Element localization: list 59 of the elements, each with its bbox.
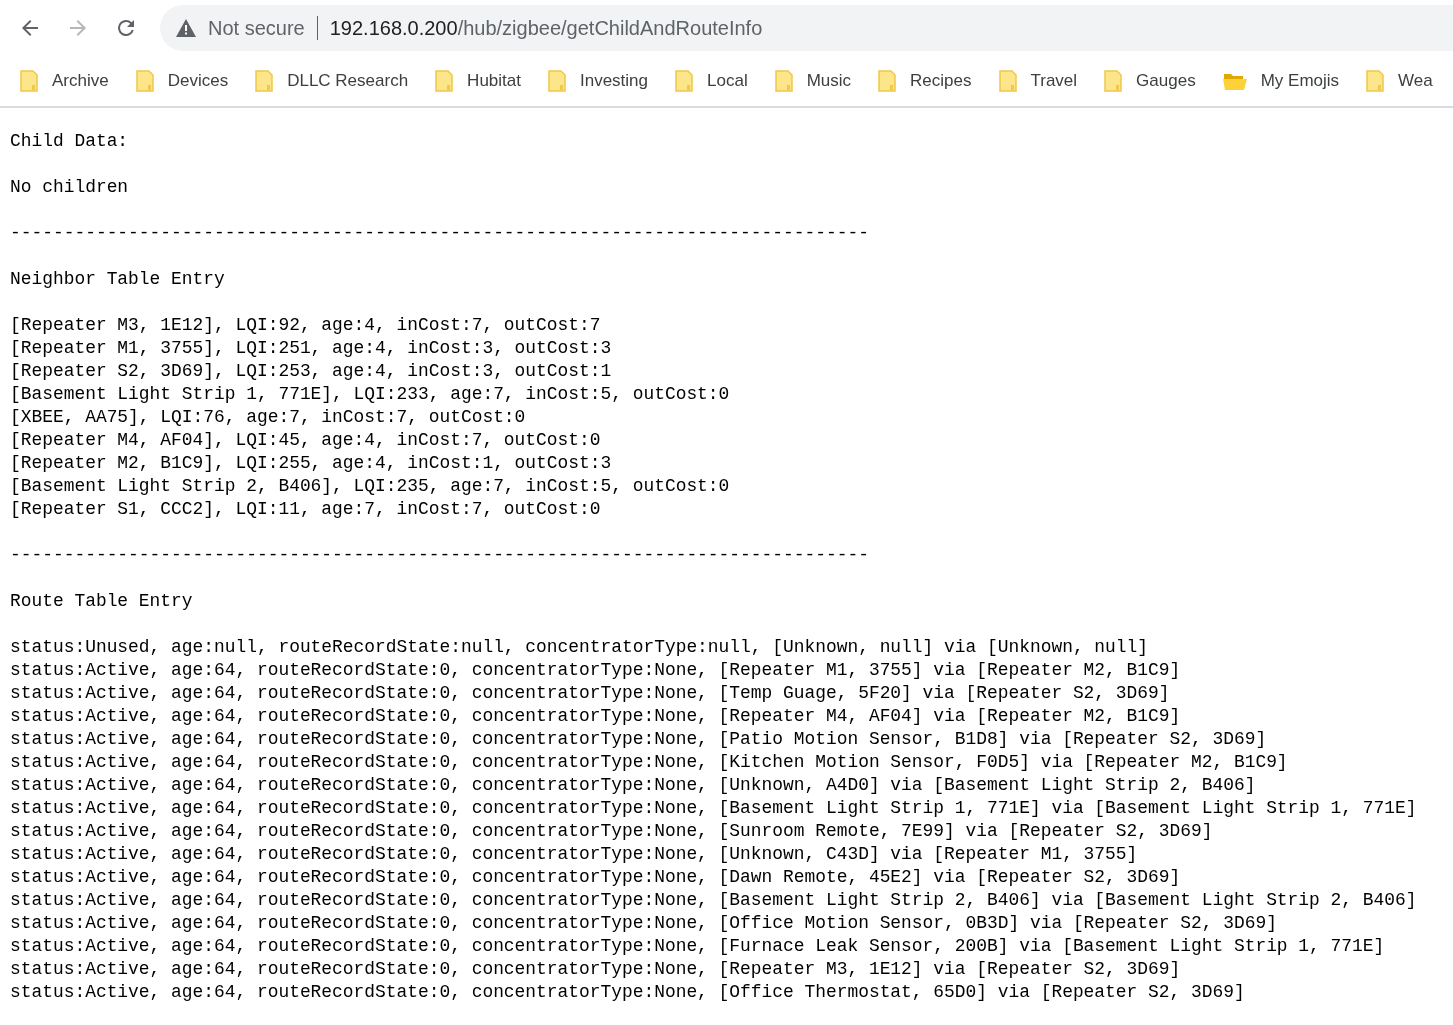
text-line: status:Active, age:64, routeRecordState:0, concentratorType:None, [Repeater M4, AF04] via [Repeater M2, B1C9] bbox=[10, 705, 1181, 728]
text-line: status:Active, age:64, routeRecordState:0, concentratorType:None, [Kitchen Motion Sensor, F0D5] via [Repeater M2, B1C9] bbox=[10, 751, 1288, 774]
text-line: -------------------------------------------------------------------------------- bbox=[10, 544, 869, 567]
bookmark-folder[interactable]: Gauges bbox=[1104, 66, 1196, 96]
folder-icon bbox=[435, 70, 454, 92]
text-line: status:Active, age:64, routeRecordState:0, concentratorType:None, [Office Thermostat, 65D0] via [Repeater S2, 3D69] bbox=[10, 981, 1245, 1004]
folder-icon bbox=[548, 70, 566, 92]
text-line: status:Active, age:64, routeRecordState:0, concentratorType:None, [Office Motion Sensor, 0B3D] via [Repeater S2, 3D69] bbox=[10, 912, 1277, 935]
text-line: [XBEE, AA75], LQI:76, age:7, inCost:7, outCost:0 bbox=[10, 406, 526, 429]
folder-icon bbox=[774, 70, 793, 92]
open-folder-icon bbox=[1222, 71, 1247, 91]
text-line: status:Active, age:64, routeRecordState:0, concentratorType:None, [Patio Motion Sensor, B1D8] via [Repeater S2, 3D69] bbox=[10, 728, 1267, 751]
text-line: status:Active, age:64, routeRecordState:0, concentratorType:None, [Basement Light Strip 2, B406] via [Basement Light Strip 2, B406] bbox=[10, 889, 1417, 912]
security-label: Not secure bbox=[208, 16, 305, 40]
text-line: [Repeater S2, 3D69], LQI:253, age:4, inCost:3, outCost:1 bbox=[10, 360, 612, 383]
text-line: [Repeater M4, AF04], LQI:45, age:4, inCost:7, outCost:0 bbox=[10, 429, 601, 452]
text-line: status:Active, age:64, routeRecordState:0, concentratorType:None, [Repeater M3, 1E12] via [Repeater S2, 3D69] bbox=[10, 958, 1181, 981]
folder-icon bbox=[998, 70, 1017, 92]
folder-icon bbox=[878, 70, 897, 92]
folder-icon bbox=[255, 70, 274, 92]
url-text: 192.168.0.200/hub/zigbee/getChildAndRouteInfo bbox=[329, 16, 763, 40]
text-line: Child Data: bbox=[10, 130, 129, 153]
text-line: status:Active, age:64, routeRecordState:0, concentratorType:None, [Sunroom Remote, 7E99] via [Repeater S2, 3D69] bbox=[10, 820, 1213, 843]
text-line: [Repeater M1, 3755], LQI:251, age:4, inCost:3, outCost:3 bbox=[10, 337, 612, 360]
bookmark-folder[interactable]: Travel bbox=[998, 66, 1078, 96]
text-line: [Repeater S1, CCC2], LQI:11, age:7, inCost:7, outCost:0 bbox=[10, 498, 601, 521]
bookmark-folder[interactable]: Archive bbox=[20, 66, 109, 96]
bookmark-folder[interactable]: DLLC Research bbox=[255, 66, 409, 96]
text-line: No children bbox=[10, 176, 129, 199]
bookmark-folder[interactable]: Local bbox=[675, 66, 748, 96]
bookmark-folder[interactable]: Wea bbox=[1366, 66, 1433, 96]
text-line: [Basement Light Strip 2, B406], LQI:235, age:7, inCost:5, outCost:0 bbox=[10, 475, 730, 498]
text-line: -------------------------------------------------------------------------------- bbox=[10, 222, 869, 245]
address-bar[interactable]: Not secure 192.168.0.200/hub/zigbee/getChildAndRouteInfo bbox=[160, 5, 1453, 51]
folder-icon bbox=[1104, 70, 1123, 92]
folder-icon bbox=[1366, 70, 1385, 92]
text-line: status:Active, age:64, routeRecordState:0, concentratorType:None, [Furnace Leak Sensor, 200B] via [Basement Light Strip 1, 771E] bbox=[10, 935, 1385, 958]
bookmark-folder[interactable]: Devices bbox=[135, 66, 229, 96]
bookmark-folder[interactable]: Recipes bbox=[878, 66, 972, 96]
text-line: status:Unused, age:null, routeRecordState:null, concentratorType:null, [Unknown, null] via [Unknown, null] bbox=[10, 636, 1149, 659]
text-line: Neighbor Table Entry bbox=[10, 268, 225, 291]
text-line: status:Active, age:64, routeRecordState:0, concentratorType:None, [Repeater M1, 3755] via [Repeater M2, B1C9] bbox=[10, 659, 1181, 682]
text-line: [Repeater M2, B1C9], LQI:255, age:4, inCost:1, outCost:3 bbox=[10, 452, 612, 475]
text-line: [Repeater M3, 1E12], LQI:92, age:4, inCost:7, outCost:7 bbox=[10, 314, 601, 337]
warning-icon bbox=[176, 19, 196, 37]
bookmark-folder[interactable]: Music bbox=[774, 66, 852, 96]
folder-icon bbox=[135, 70, 154, 92]
text-line: [Basement Light Strip 1, 771E], LQI:233, age:7, inCost:5, outCost:0 bbox=[10, 383, 730, 406]
bookmark-folder[interactable]: My Emojis bbox=[1222, 67, 1340, 95]
text-line: status:Active, age:64, routeRecordState:0, concentratorType:None, [Temp Guage, 5F20] via [Repeater S2, 3D69] bbox=[10, 682, 1170, 705]
bookmark-folder[interactable]: Hubitat bbox=[435, 66, 521, 96]
folder-icon bbox=[675, 70, 694, 92]
text-line: status:Active, age:64, routeRecordState:0, concentratorType:None, [Unknown, C43D] via [Repeater M1, 3755] bbox=[10, 843, 1138, 866]
text-line: status:Active, age:64, routeRecordState:0, concentratorType:None, [Unknown, A4D0] via [Basement Light Strip 2, B406] bbox=[10, 774, 1256, 797]
folder-icon bbox=[20, 70, 38, 92]
bookmark-folder[interactable]: Investing bbox=[548, 66, 649, 96]
text-line: status:Active, age:64, routeRecordState:0, concentratorType:None, [Basement Light Strip 1, 771E] via [Basement Light Strip 1, 771E] bbox=[10, 797, 1417, 820]
text-line: Route Table Entry bbox=[10, 590, 193, 613]
text-line: status:Active, age:64, routeRecordState:0, concentratorType:None, [Dawn Remote, 45E2] via [Repeater S2, 3D69] bbox=[10, 866, 1181, 889]
